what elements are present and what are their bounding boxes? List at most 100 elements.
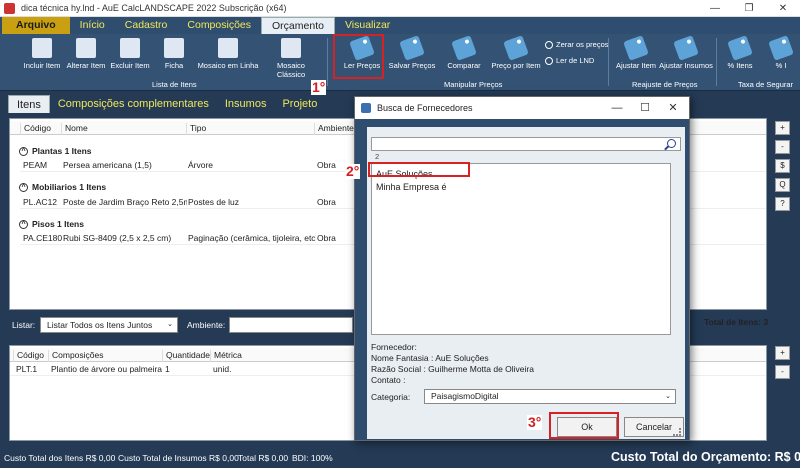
group-pisos[interactable]: ^ Pisos 1 Itens — [19, 219, 84, 229]
col-quantidade[interactable]: Quantidade — [162, 350, 210, 362]
list-item-minha-empresa[interactable]: Minha Empresa é — [376, 182, 447, 192]
ambiente-select[interactable] — [229, 317, 353, 333]
total-insumos-status: Custo Total de Insumos R$ 0,00 — [118, 453, 239, 463]
window-title: dica técnica hy.lnd - AuE CalcLANDSCAPE … — [21, 3, 287, 13]
mosaico-linha-button[interactable]: Mosaico em Linha — [196, 37, 260, 77]
menu-composicoes[interactable]: Composições — [177, 17, 261, 34]
col-codigo[interactable]: Código — [13, 350, 44, 362]
resize-grip[interactable] — [673, 428, 681, 436]
menu-inicio[interactable]: Início — [70, 17, 115, 34]
total-itens-status: Custo Total dos Itens R$ 0,00 — [4, 453, 116, 463]
contato: Contato : — [371, 375, 406, 385]
col-ambiente[interactable]: Ambiente — [314, 123, 354, 135]
highlight-aue-solucoes — [368, 162, 470, 177]
percent-insumos-button[interactable]: % I — [764, 35, 798, 77]
menu-orcamento[interactable]: Orçamento — [261, 17, 335, 34]
clear-icon — [545, 40, 553, 49]
ajustar-insumos-button[interactable]: Ajustar Insumos — [658, 35, 714, 77]
supplier-search-input[interactable] — [371, 137, 681, 151]
edit-item-icon — [76, 38, 96, 58]
tab-composicoes-complementares[interactable]: Composições complementares — [50, 95, 217, 113]
zerar-precos-button[interactable]: Zerar os preços — [545, 40, 609, 49]
remove-item-side-button[interactable]: - — [775, 140, 790, 154]
percent-items-tag-icon — [727, 35, 753, 61]
add-composition-button[interactable]: + — [775, 346, 790, 360]
add-item-side-button[interactable]: + — [775, 121, 790, 135]
adjust-item-tag-icon — [623, 35, 649, 61]
app-icon — [4, 2, 15, 14]
collapse-icon[interactable]: ^ — [19, 146, 28, 156]
salvar-precos-button[interactable]: Salvar Preços — [384, 35, 440, 77]
price-side-button[interactable]: $ — [775, 159, 790, 173]
listar-select[interactable]: Listar Todos os Itens Juntos ⌄ — [40, 317, 178, 333]
minimize-button[interactable]: — — [698, 0, 732, 17]
nome-fantasia: Nome Fantasia : AuE Soluções — [371, 353, 489, 363]
categoria-label: Categoria: — [371, 392, 411, 402]
price-per-item-tag-icon — [503, 35, 529, 61]
annotation-step-3: 3° — [527, 414, 543, 430]
dialog-app-icon — [361, 103, 371, 113]
group-plantas[interactable]: ^ Plantas 1 Itens — [19, 146, 92, 156]
col-nome[interactable]: Nome — [61, 123, 88, 135]
add-item-icon — [32, 38, 52, 58]
remove-composition-button[interactable]: - — [775, 365, 790, 379]
collapse-icon[interactable]: ^ — [19, 219, 28, 229]
dialog-title: Busca de Fornecedores — [377, 103, 473, 113]
close-window-button[interactable]: ✕ — [766, 0, 800, 17]
tab-insumos[interactable]: Insumos — [217, 95, 275, 113]
mosaic-row-icon — [218, 38, 238, 58]
listar-label: Listar: — [12, 320, 36, 330]
tab-itens[interactable]: Itens — [8, 95, 50, 113]
tab-projeto[interactable]: Projeto — [274, 95, 325, 113]
ambiente-label: Ambiente: — [187, 320, 226, 330]
dialog-minimize-button[interactable]: — — [603, 97, 631, 119]
menu-cadastro[interactable]: Cadastro — [115, 17, 178, 34]
preco-por-item-button[interactable]: Preço por Item — [488, 35, 544, 77]
delete-item-icon — [120, 38, 140, 58]
collapse-icon[interactable]: ^ — [19, 182, 28, 192]
menu-visualizar[interactable]: Visualizar — [335, 17, 400, 34]
col-codigo[interactable]: Código — [20, 123, 51, 135]
menu-arquivo[interactable]: Arquivo — [2, 17, 70, 34]
col-tipo[interactable]: Tipo — [186, 123, 206, 135]
group-reajuste-de-precos: Reajuste de Preços — [632, 80, 698, 89]
dialog-maximize-button[interactable]: ☐ — [631, 97, 659, 119]
group-mobiliarios[interactable]: ^ Mobiliarios 1 Itens — [19, 182, 106, 192]
quantity-side-button[interactable]: Q — [775, 178, 790, 192]
menu-bar: Arquivo Início Cadastro Composições Orça… — [0, 17, 800, 34]
fornecedor-label: Fornecedor: — [371, 342, 417, 352]
supplier-list[interactable]: AuE Soluções Minha Empresa é — [371, 163, 671, 335]
compare-tag-icon — [451, 35, 477, 61]
busca-fornecedores-dialog: Busca de Fornecedores — ☐ ✕ 2 AuE Soluçõ… — [354, 96, 690, 441]
total-status: Total R$ 0,00 — [238, 453, 289, 463]
bdi-status: BDI: 100% — [292, 453, 333, 463]
window-titlebar: dica técnica hy.lnd - AuE CalcLANDSCAPE … — [0, 0, 800, 17]
group-taxa-de-seguranca: Taxa de Segurar — [738, 80, 794, 89]
ler-de-lnd-button[interactable]: Ler de LND — [545, 56, 594, 65]
ajustar-item-button[interactable]: Ajustar Item — [608, 35, 664, 77]
dialog-close-button[interactable]: ✕ — [659, 97, 687, 119]
custo-total-orcamento: Custo Total do Orçamento: R$ 0,00 — [611, 450, 800, 464]
ficha-button[interactable]: Ficha — [146, 37, 202, 77]
total-itens-label: Total de Itens: 3 — [704, 317, 769, 327]
annotation-step-2: 2° — [345, 163, 361, 179]
percent-itens-button[interactable]: % Itens — [718, 35, 762, 77]
percent-inputs-tag-icon — [768, 35, 794, 61]
mosaico-classico-button[interactable]: Mosaico Clássico — [262, 37, 320, 79]
help-side-button[interactable]: ? — [775, 197, 790, 211]
annotation-step-1: 1° — [311, 79, 327, 95]
razao-social: Razão Social : Guilherme Motta de Olivei… — [371, 364, 534, 374]
col-composicoes[interactable]: Composições — [48, 350, 104, 362]
dialog-titlebar: Busca de Fornecedores — ☐ ✕ — [355, 97, 689, 119]
highlight-ler-precos — [333, 34, 384, 79]
col-metrica[interactable]: Métrica — [210, 350, 242, 362]
maximize-button[interactable]: ❐ — [732, 0, 766, 17]
search-icon[interactable] — [667, 139, 676, 148]
ribbon-separator — [327, 38, 328, 86]
ribbon: Incluir Item Alterar Item Excluir Item F… — [0, 34, 800, 91]
categoria-select[interactable]: PaisagismoDigital ⌄ — [424, 389, 676, 404]
comparar-button[interactable]: Comparar — [436, 35, 492, 77]
save-prices-tag-icon — [399, 35, 425, 61]
sheet-icon — [164, 38, 184, 58]
adjust-inputs-tag-icon — [673, 35, 699, 61]
